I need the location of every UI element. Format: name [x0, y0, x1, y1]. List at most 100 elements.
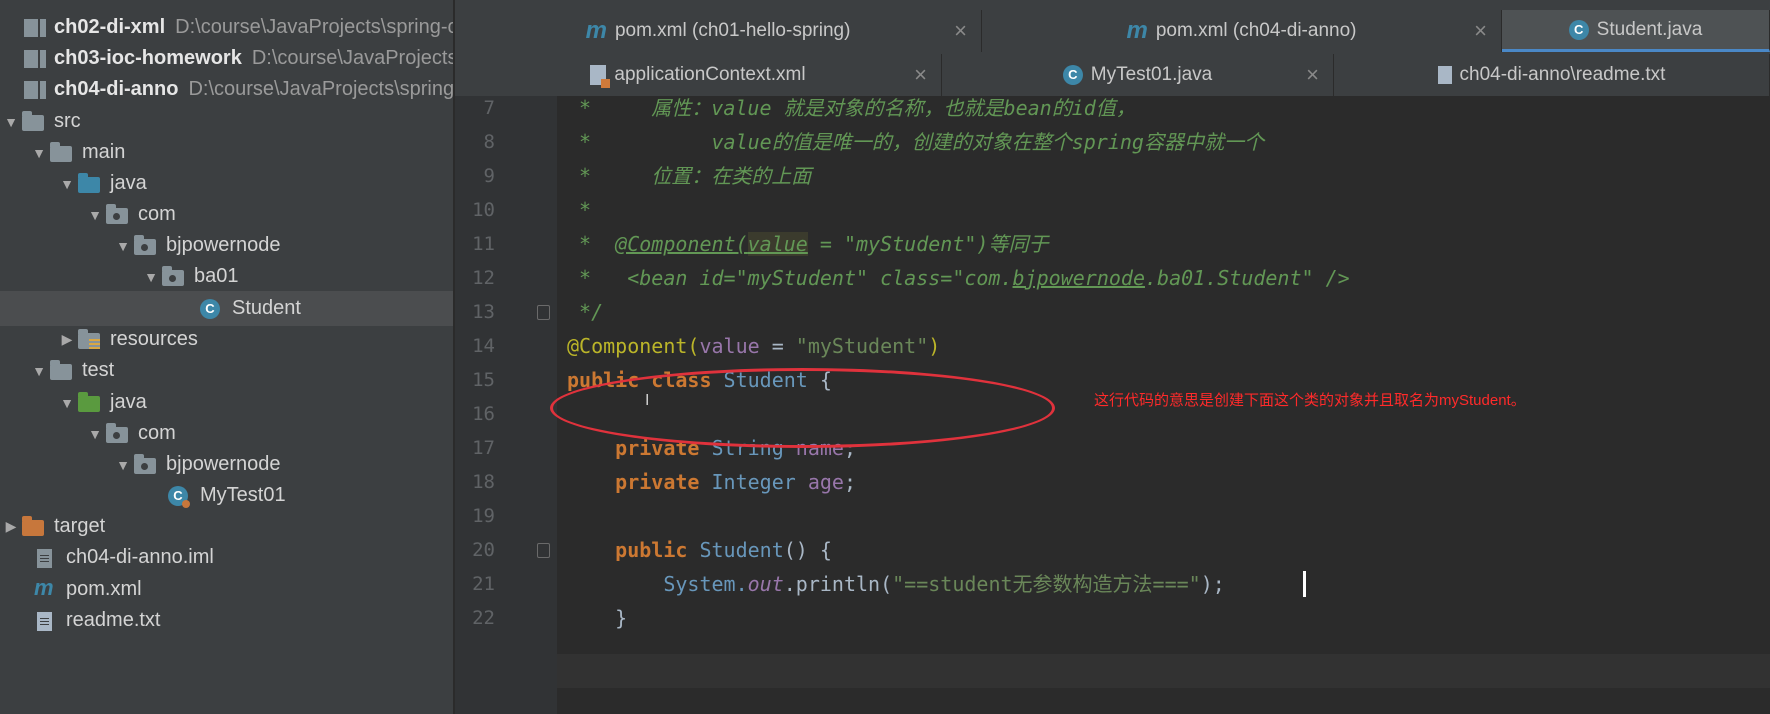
tree-item-ba01[interactable]: ▼ ba01 [0, 259, 453, 294]
xml-file-icon [590, 65, 611, 88]
tree-item-java-test[interactable]: ▼ java [0, 385, 453, 420]
tab-label: ch04-di-anno\readme.txt [1459, 64, 1666, 85]
module-icon [22, 79, 46, 101]
code-line-11: * @Component(value = "myStudent")等同于 [567, 232, 1049, 256]
text-file-icon [1437, 66, 1452, 84]
text-caret [1303, 571, 1306, 597]
code-line-10: * [567, 198, 592, 222]
tree-item-com-test[interactable]: ▼ com [0, 416, 453, 451]
tree-item-target[interactable]: ▶ target [0, 509, 453, 544]
tree-item-label: src [54, 110, 81, 132]
code-line-21: System.out.println("==student无参数构造方法==="… [567, 572, 1225, 596]
line-number: 14 [472, 335, 495, 357]
tree-item-mytest01[interactable]: C MyTest01 [0, 478, 453, 513]
tree-item-readme[interactable]: readme.txt [0, 603, 453, 638]
line-number-gutter[interactable]: 7 8 9 10 11 12 13 14 15 16 17 18 19 20 2… [455, 96, 557, 714]
fold-marker-icon[interactable] [537, 305, 550, 320]
expanded-arrow-icon[interactable]: ▼ [0, 114, 22, 130]
expanded-arrow-icon[interactable]: ▼ [112, 238, 134, 254]
tab-label: pom.xml (ch01-hello-spring) [614, 20, 851, 41]
expanded-arrow-icon[interactable]: ▼ [84, 426, 106, 442]
tree-item-label: ch04-di-anno.iml [66, 546, 214, 568]
tree-item-label: com [138, 203, 176, 225]
tree-item-ch03-ioc-homework[interactable]: ch03-ioc-homework D:\course\JavaProjects [0, 41, 453, 76]
tree-item-main[interactable]: ▼ main [0, 135, 453, 170]
line-number: 13 [472, 301, 495, 323]
code-line-8: * value的值是唯一的，创建的对象在整个spring容器中就一个 [567, 130, 1264, 154]
tab-readme[interactable]: ch04-di-anno\readme.txt [1334, 54, 1770, 96]
close-icon[interactable]: × [1306, 62, 1319, 88]
tree-item-iml[interactable]: ch04-di-anno.iml [0, 540, 453, 575]
line-number: 12 [472, 267, 495, 289]
tree-item-label: bjpowernode [166, 453, 281, 475]
expanded-arrow-icon[interactable]: ▼ [56, 176, 78, 192]
tab-student-java[interactable]: C Student.java [1502, 10, 1770, 52]
line-number: 21 [472, 573, 495, 595]
tree-item-label: ch03-ioc-homework [54, 47, 242, 69]
package-icon [162, 265, 186, 288]
tab-label: MyTest01.java [1090, 64, 1213, 85]
tree-item-student[interactable]: C Student [0, 291, 453, 326]
annotation-circle [550, 368, 1055, 448]
code-line-14: @Component(value = "myStudent") [567, 334, 941, 358]
tab-pom-ch04[interactable]: m pom.xml (ch04-di-anno) × [982, 10, 1502, 52]
expanded-arrow-icon[interactable]: ▼ [56, 395, 78, 411]
tree-item-bjpowernode[interactable]: ▼ bjpowernode [0, 228, 453, 263]
tree-item-test[interactable]: ▼ test [0, 353, 453, 388]
expanded-arrow-icon[interactable]: ▼ [84, 207, 106, 223]
code-line-18: private Integer age; [567, 470, 856, 494]
tree-item-resources[interactable]: ▶ resources [0, 322, 453, 357]
tree-item-label: java [110, 172, 147, 194]
tree-item-label: MyTest01 [200, 484, 286, 506]
code-line-9: * 位置：在类的上面 [567, 164, 812, 188]
tree-item-label: pom.xml [66, 578, 142, 600]
close-icon[interactable]: × [1474, 18, 1487, 44]
tab-application-context[interactable]: applicationContext.xml × [455, 54, 942, 96]
tree-item-path: D:\course\JavaProjects [251, 47, 453, 69]
fold-marker-icon[interactable] [537, 543, 550, 558]
tab-label: Student.java [1596, 18, 1703, 40]
tree-item-bjpowernode-test[interactable]: ▼ bjpowernode [0, 447, 453, 482]
tree-item-label: test [82, 359, 115, 381]
close-icon[interactable]: × [954, 18, 967, 44]
collapsed-arrow-icon[interactable]: ▶ [56, 331, 78, 348]
maven-icon: m [1126, 17, 1148, 44]
code-line-13: */ [567, 300, 604, 324]
tree-item-com[interactable]: ▼ com [0, 197, 453, 232]
package-icon [134, 234, 158, 257]
mouse-ibeam-icon: I [645, 392, 650, 409]
tree-item-label: ch02-di-xml [54, 16, 166, 38]
tree-item-label: target [54, 515, 106, 537]
close-icon[interactable]: × [914, 62, 927, 88]
code-line-12: * <bean id="myStudent" class="com.bjpowe… [567, 266, 1350, 290]
line-number: 22 [472, 607, 495, 629]
collapsed-arrow-icon[interactable]: ▶ [0, 518, 22, 535]
tab-pom-ch01[interactable]: m pom.xml (ch01-hello-spring) × [455, 10, 982, 52]
tree-item-ch04-di-anno[interactable]: ch04-di-anno D:\course\JavaProjects\spri… [0, 72, 453, 107]
tree-item-label: ba01 [194, 265, 239, 287]
expanded-arrow-icon[interactable]: ▼ [28, 145, 50, 161]
project-tree[interactable]: ch02-di-xml D:\course\JavaProjects\sprin… [0, 10, 453, 714]
java-class-icon: C [1568, 19, 1589, 40]
expanded-arrow-icon[interactable]: ▼ [112, 457, 134, 473]
tree-item-java-main[interactable]: ▼ java [0, 166, 453, 201]
tab-label: applicationContext.xml [614, 64, 806, 85]
line-number: 16 [472, 403, 495, 425]
tree-item-label: resources [110, 328, 198, 350]
expanded-arrow-icon[interactable]: ▼ [140, 269, 162, 285]
line-number: 7 [483, 97, 495, 119]
maven-icon: m [585, 17, 607, 44]
tree-item-src[interactable]: ▼ src [0, 104, 453, 139]
line-number: 17 [472, 437, 495, 459]
tree-item-pom[interactable]: m pom.xml [0, 572, 453, 607]
tab-mytest01[interactable]: C MyTest01.java × [942, 54, 1334, 96]
expanded-arrow-icon[interactable]: ▼ [28, 363, 50, 379]
tree-item-label: com [138, 422, 176, 444]
line-number: 9 [483, 165, 495, 187]
tree-item-ch02-di-xml[interactable]: ch02-di-xml D:\course\JavaProjects\sprin… [0, 10, 453, 45]
line-number: 18 [472, 471, 495, 493]
resources-folder-icon [78, 328, 102, 351]
line-number: 11 [472, 233, 495, 255]
text-file-icon [34, 610, 58, 632]
excluded-folder-icon [22, 515, 46, 538]
